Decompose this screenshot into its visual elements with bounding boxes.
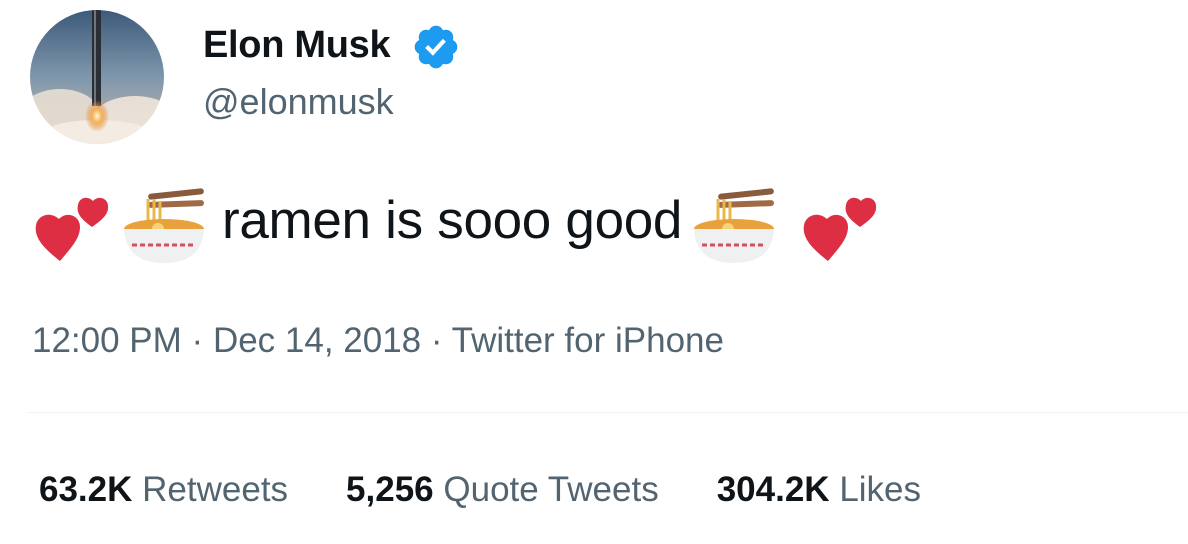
avatar[interactable] bbox=[30, 10, 164, 144]
engagement-stats: 63.2K Retweets 5,256 Quote Tweets 304.2K… bbox=[39, 466, 921, 514]
retweets-stat[interactable]: 63.2K Retweets bbox=[39, 466, 288, 514]
quote-tweets-count: 5,256 bbox=[346, 470, 434, 509]
tweet-text: ramen is sooo good bbox=[32, 182, 884, 272]
likes-count: 304.2K bbox=[716, 470, 830, 509]
tweet-meta: 12:00 PM · Dec 14, 2018 · Twitter for iP… bbox=[32, 318, 724, 364]
tweet-time[interactable]: 12:00 PM bbox=[32, 321, 182, 360]
rocket-launch-image bbox=[30, 10, 164, 144]
quote-tweets-label: Quote Tweets bbox=[443, 470, 659, 509]
tweet-source[interactable]: Twitter for iPhone bbox=[452, 321, 724, 360]
meta-separator: · bbox=[191, 321, 204, 360]
ramen-bowl-icon bbox=[124, 188, 204, 263]
tweet-body-text: ramen is sooo good bbox=[222, 191, 683, 250]
author-name[interactable]: Elon Musk bbox=[203, 22, 391, 68]
verified-badge-icon bbox=[414, 25, 458, 69]
retweets-count: 63.2K bbox=[39, 470, 133, 509]
likes-label: Likes bbox=[839, 470, 922, 509]
likes-stat[interactable]: 304.2K Likes bbox=[717, 466, 921, 514]
author-handle[interactable]: @elonmusk bbox=[203, 80, 394, 124]
two-hearts-icon bbox=[803, 197, 877, 261]
retweets-label: Retweets bbox=[142, 470, 289, 509]
ramen-bowl-icon bbox=[694, 188, 775, 263]
quote-tweets-stat[interactable]: 5,256 Quote Tweets bbox=[346, 466, 659, 514]
tweet-date[interactable]: Dec 14, 2018 bbox=[213, 321, 421, 360]
divider bbox=[28, 412, 1188, 413]
two-hearts-icon bbox=[35, 197, 109, 261]
meta-separator: · bbox=[430, 321, 443, 360]
